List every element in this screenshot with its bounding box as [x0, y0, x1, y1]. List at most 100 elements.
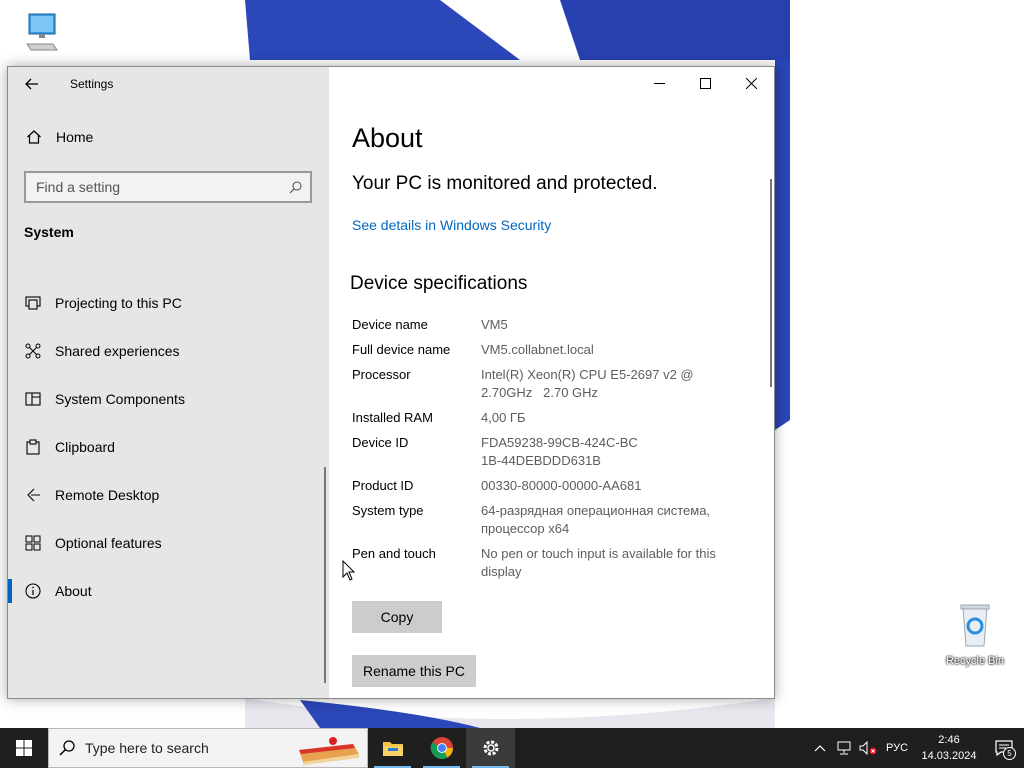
show-hidden-icons-button[interactable]	[808, 728, 832, 768]
windows-security-link[interactable]: See details in Windows Security	[352, 217, 551, 233]
nav-item-about[interactable]: About	[8, 567, 329, 615]
title-bar: Settings	[8, 67, 329, 101]
nav-item-shared-experiences[interactable]: Shared experiences	[8, 327, 329, 375]
nav-item-label: Projecting to this PC	[55, 295, 182, 311]
spec-key: Installed RAM	[352, 410, 433, 425]
clock-date: 14.03.2024	[921, 750, 977, 762]
back-arrow-icon	[25, 78, 38, 90]
spec-key: Processor	[352, 367, 411, 382]
start-button[interactable]	[0, 728, 48, 768]
settings-taskbar-button[interactable]	[466, 728, 515, 768]
nav-item-system-components[interactable]: System Components	[8, 375, 329, 423]
maximize-button[interactable]	[682, 67, 728, 99]
spec-value: 64-разрядная операционная система, проце…	[481, 503, 711, 536]
spec-value: No pen or touch input is available for t…	[481, 546, 716, 579]
copy-button[interactable]: Copy	[352, 601, 442, 633]
mouse-cursor-icon	[342, 560, 356, 581]
spec-row-device-id: Device ID FDA59238-99CB-424C-BC1B-44DEBD…	[352, 434, 752, 470]
input-language-indicator[interactable]: РУС	[880, 742, 914, 754]
sidebar-scrollbar[interactable]	[324, 467, 326, 683]
gear-icon	[483, 740, 498, 756]
app-title: Settings	[70, 77, 114, 91]
projector-icon	[24, 294, 42, 312]
system-tray: РУС 2:46 14.03.2024 5	[808, 728, 1024, 768]
taskbar-search-box[interactable]	[48, 728, 368, 768]
spec-row-installed-ram: Installed RAM 4,00 ГБ	[352, 409, 752, 427]
this-pc-desktop-icon[interactable]	[6, 10, 76, 57]
spec-row-full-device-name: Full device name VM5.collabnet.local	[352, 341, 752, 359]
spec-row-product-id: Product ID 00330-80000-00000-AA681	[352, 477, 752, 495]
spec-key: Device ID	[352, 435, 409, 450]
taskbar-search-input[interactable]	[85, 740, 285, 756]
network-button[interactable]	[832, 728, 856, 768]
find-setting-input[interactable]	[36, 179, 289, 195]
device-specs-list: Device name VM5 Full device name VM5.col…	[352, 316, 752, 588]
optional-features-icon	[24, 534, 42, 552]
spec-key: System type	[352, 503, 424, 518]
home-label: Home	[56, 129, 94, 145]
nav-item-label: Remote Desktop	[55, 487, 160, 503]
spec-key: Pen and touch	[352, 546, 436, 561]
specs-heading: Device specifications	[350, 273, 528, 294]
spec-row-device-name: Device name VM5	[352, 316, 752, 334]
protection-status: Your PC is monitored and protected.	[352, 173, 658, 194]
minimize-icon	[653, 82, 665, 84]
spec-value: 00330-80000-00000-AA681	[481, 478, 642, 493]
spec-value: VM5	[481, 317, 508, 332]
computer-icon	[26, 13, 58, 51]
recycle-bin-desktop-icon[interactable]: Recycle Bin	[940, 602, 1010, 667]
content-scrollbar[interactable]	[770, 179, 772, 387]
taskbar: РУС 2:46 14.03.2024 5	[0, 728, 1024, 768]
settings-nav-list: Projecting to this PC Shared experiences…	[8, 279, 329, 615]
remote-desktop-icon	[24, 486, 42, 504]
spec-key: Device name	[352, 317, 428, 332]
spec-value: FDA59238-99CB-424C-BC1B-44DEBDDD631B	[481, 435, 638, 468]
info-icon	[24, 582, 42, 600]
folder-icon	[382, 742, 403, 756]
spec-key: Full device name	[352, 342, 451, 357]
network-icon	[837, 741, 851, 755]
search-icon	[289, 180, 302, 193]
shared-icon	[24, 342, 42, 360]
nav-item-projecting[interactable]: Projecting to this PC	[8, 279, 329, 327]
spec-value: 4,00 ГБ	[481, 410, 526, 425]
spec-value: Intel(R) Xeon(R) CPU E5-2697 v2 @ 2.70GH…	[481, 367, 698, 400]
find-setting-search-box[interactable]	[24, 171, 312, 203]
spec-key: Product ID	[352, 478, 414, 493]
nav-item-optional-features[interactable]: Optional features	[8, 519, 329, 567]
spec-value: VM5.collabnet.local	[481, 342, 594, 357]
about-content: About Your PC is monitored and protected…	[329, 67, 774, 698]
minimize-button[interactable]	[636, 67, 682, 99]
nav-item-label: Optional features	[55, 535, 162, 551]
volume-button[interactable]	[856, 728, 880, 768]
search-icon	[59, 740, 75, 756]
nav-item-remote-desktop[interactable]: Remote Desktop	[8, 471, 329, 519]
chrome-taskbar-button[interactable]	[417, 728, 466, 768]
spec-row-system-type: System type 64-разрядная операционная си…	[352, 502, 752, 538]
page-title: About	[352, 123, 423, 153]
clipboard-icon	[24, 438, 42, 456]
close-icon	[745, 77, 757, 89]
maximize-icon	[699, 77, 711, 89]
nav-item-label: Shared experiences	[55, 343, 180, 359]
windows-logo-icon	[16, 740, 32, 756]
nav-item-clipboard[interactable]: Clipboard	[8, 423, 329, 471]
settings-window: Settings Home System Projecting to this …	[7, 66, 775, 699]
file-explorer-taskbar-button[interactable]	[368, 728, 417, 768]
action-center-button[interactable]: 5	[984, 728, 1024, 768]
recycle-bin-label: Recycle Bin	[945, 655, 1005, 667]
rename-pc-button[interactable]: Rename this PC	[352, 655, 476, 687]
spec-row-pen-and-touch: Pen and touch No pen or touch input is a…	[352, 545, 752, 581]
notification-count-badge: 5	[1003, 747, 1016, 760]
close-button[interactable]	[728, 67, 774, 99]
spec-row-processor: Processor Intel(R) Xeon(R) CPU E5-2697 v…	[352, 366, 752, 402]
nav-item-label: System Components	[55, 391, 185, 407]
home-nav-item[interactable]: Home	[24, 129, 93, 145]
clock[interactable]: 2:46 14.03.2024	[914, 732, 984, 764]
home-icon	[24, 129, 44, 145]
recycle-bin-icon	[960, 604, 990, 647]
back-button[interactable]	[8, 67, 56, 101]
nav-item-label: Clipboard	[55, 439, 115, 455]
chevron-up-icon	[814, 745, 826, 752]
settings-sidebar: Settings Home System Projecting to this …	[8, 67, 329, 698]
